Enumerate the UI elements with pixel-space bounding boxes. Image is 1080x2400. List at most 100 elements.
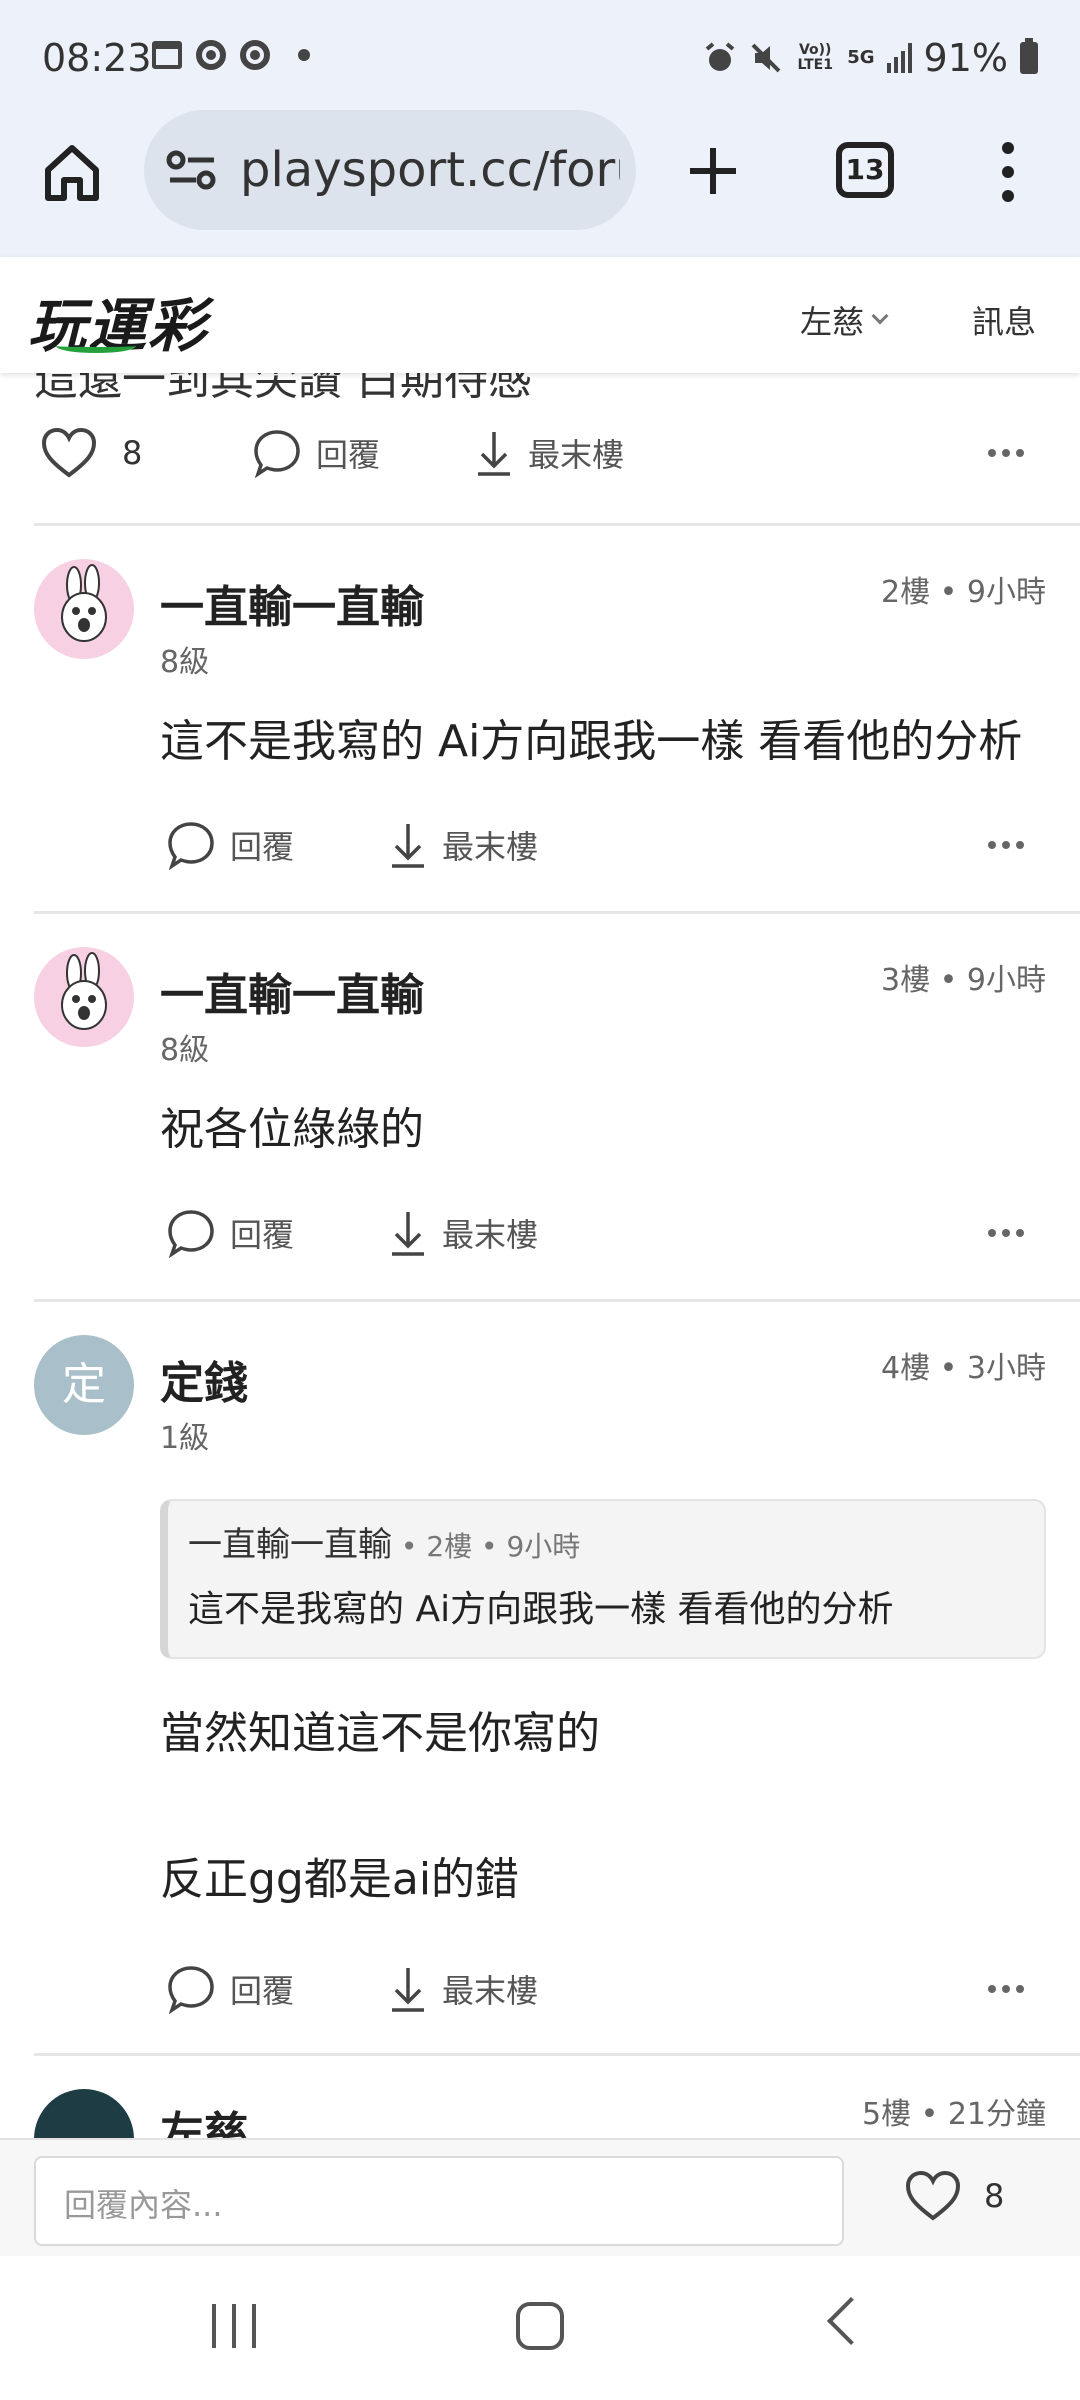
avatar[interactable] — [34, 2089, 134, 2138]
reply-label: 回覆 — [230, 1972, 295, 2010]
more-options-button[interactable] — [988, 449, 1024, 457]
new-tab-button[interactable] — [686, 144, 740, 198]
quote-header: 一直輸一直輸 • 2樓 • 9小時 — [188, 1517, 1024, 1566]
post-actions: 回覆 最末樓 — [0, 813, 1080, 877]
like-count: 8 — [984, 2177, 1005, 2215]
more-options-button[interactable] — [988, 1985, 1024, 1993]
logo-swoosh-icon — [56, 339, 136, 353]
site-settings-icon[interactable] — [166, 148, 218, 192]
floor-time: 3樓 • 9小時 — [881, 963, 1046, 998]
comment-icon — [168, 1210, 214, 1258]
status-bar: 08:23 Vo)) LTE1 5G 91% — [0, 0, 1080, 120]
heart-icon — [41, 427, 97, 478]
post-body-line: 當然知道這不是你寫的 — [160, 1708, 600, 1759]
5g-icon: 5G — [847, 47, 875, 68]
user-level: 1級 — [160, 1421, 210, 1456]
menu-dot-icon — [1002, 142, 1014, 154]
back-button[interactable] — [826, 2296, 876, 2346]
post-actions: 回覆 最末樓 — [0, 1957, 1080, 2021]
post-actions: 8 回覆 最末樓 — [0, 421, 1080, 485]
user-menu[interactable]: 左慈 — [800, 297, 889, 343]
last-floor-button[interactable]: 最末樓 — [388, 820, 538, 870]
post-floor-4: 定 定錢 1級 4樓 • 3小時 一直輸一直輸 • 2樓 • 9小時 這不是我寫… — [0, 1299, 1080, 2055]
last-floor-label: 最末樓 — [442, 1972, 539, 2010]
reply-bar: 回覆內容... 8 — [0, 2138, 1080, 2256]
last-floor-button[interactable]: 最末樓 — [388, 1964, 538, 2014]
chrome-icon — [240, 40, 270, 70]
thread-like-button[interactable]: 8 — [904, 2170, 1004, 2222]
quoted-reply[interactable]: 一直輸一直輸 • 2樓 • 9小時 這不是我寫的 Ai方向跟我一樣 看看他的分析 — [160, 1499, 1046, 1659]
reply-button[interactable]: 回覆 — [252, 428, 380, 478]
reply-input[interactable]: 回覆內容... — [34, 2156, 844, 2246]
android-nav-bar — [0, 2256, 1080, 2400]
last-floor-label: 最末樓 — [442, 828, 539, 866]
chevron-down-icon — [871, 307, 889, 325]
download-arrow-icon — [478, 432, 510, 476]
post-floor-2: 一直輸一直輸 8級 2樓 • 9小時 這不是我寫的 Ai方向跟我一樣 看看他的分… — [0, 523, 1080, 913]
download-arrow-icon — [392, 824, 424, 868]
dot-icon — [298, 49, 310, 61]
reply-label: 回覆 — [230, 1216, 295, 1254]
floor-time: 4樓 • 3小時 — [881, 1351, 1046, 1386]
comment-icon — [168, 1966, 214, 2014]
username[interactable]: 左慈 — [160, 2097, 248, 2138]
username[interactable]: 一直輸一直輸 — [160, 571, 424, 635]
thread-content: 這還一到其尖讚 白期待感 8 回覆 最末樓 一直輸一直輸 8級 2樓 • 9小時… — [0, 373, 1080, 2138]
status-system-icons: Vo)) LTE1 5G 91% — [703, 36, 1038, 80]
last-floor-label: 最末樓 — [442, 1216, 539, 1254]
download-arrow-icon — [392, 1968, 424, 2012]
rabbit-avatar-icon — [61, 952, 107, 1030]
avatar[interactable] — [34, 559, 134, 659]
download-arrow-icon — [392, 1212, 424, 1256]
home-button[interactable] — [40, 140, 104, 204]
battery-icon — [1020, 38, 1038, 74]
post-actions: 回覆 最末樓 — [0, 1201, 1080, 1265]
menu-dot-icon — [1002, 166, 1014, 178]
home-nav-button[interactable] — [516, 2302, 564, 2350]
comment-icon — [168, 822, 214, 870]
quote-text: 這不是我寫的 Ai方向跟我一樣 看看他的分析 — [188, 1589, 894, 1630]
quote-meta: • 2樓 • 9小時 — [392, 1530, 581, 1563]
floor-time: 5樓 • 21分鐘 — [861, 2097, 1046, 2132]
like-count: 8 — [122, 434, 143, 472]
battery-percent: 91% — [923, 36, 1008, 80]
mute-icon — [751, 43, 781, 73]
site-header: 玩運彩 左慈 訊息 — [0, 257, 1080, 373]
chrome-icon — [196, 40, 226, 70]
avatar[interactable] — [34, 947, 134, 1047]
last-floor-label: 最末樓 — [528, 436, 625, 474]
floor-time: 2樓 • 9小時 — [881, 575, 1046, 610]
reply-button[interactable]: 回覆 — [166, 1208, 294, 1258]
rabbit-avatar-icon — [61, 564, 107, 642]
post-floor-3: 一直輸一直輸 8級 3樓 • 9小時 祝各位綠綠的 回覆 最末樓 — [0, 911, 1080, 1301]
user-name: 左慈 — [800, 303, 865, 341]
address-bar[interactable]: playsport.cc/foru — [144, 110, 636, 230]
menu-dot-icon — [1002, 190, 1014, 202]
url-text[interactable]: playsport.cc/foru — [240, 142, 620, 198]
status-notification-icons — [152, 40, 310, 70]
reply-button[interactable]: 回覆 — [166, 820, 294, 870]
avatar[interactable]: 定 — [34, 1335, 134, 1435]
username[interactable]: 定錢 — [160, 1347, 248, 1411]
status-time: 08:23 — [42, 36, 152, 80]
recent-apps-button[interactable] — [212, 2304, 256, 2348]
tab-switcher-button[interactable]: 13 — [836, 142, 894, 198]
post-floor-5: 左慈 5樓 • 21分鐘 — [0, 2053, 1080, 2138]
more-options-button[interactable] — [988, 841, 1024, 849]
reply-label: 回覆 — [316, 436, 381, 474]
url-bar-row: playsport.cc/foru 13 — [0, 110, 1080, 230]
more-options-button[interactable] — [988, 1229, 1024, 1237]
comment-icon — [254, 430, 300, 478]
reply-button[interactable]: 回覆 — [166, 1964, 294, 2014]
browser-menu-button[interactable] — [996, 142, 1020, 202]
browser-chrome: 08:23 Vo)) LTE1 5G 91% playsport.cc/foru… — [0, 0, 1080, 257]
like-button[interactable]: 8 — [40, 427, 142, 479]
last-floor-button[interactable]: 最末樓 — [388, 1208, 538, 1258]
post-body-line: 反正gg都是ai的錯 — [160, 1854, 520, 1905]
calendar-icon — [152, 41, 182, 69]
messages-link[interactable]: 訊息 — [972, 297, 1036, 343]
last-floor-button[interactable]: 最末樓 — [474, 428, 624, 478]
reply-label: 回覆 — [230, 828, 295, 866]
heart-icon — [905, 2170, 961, 2221]
username[interactable]: 一直輸一直輸 — [160, 959, 424, 1023]
